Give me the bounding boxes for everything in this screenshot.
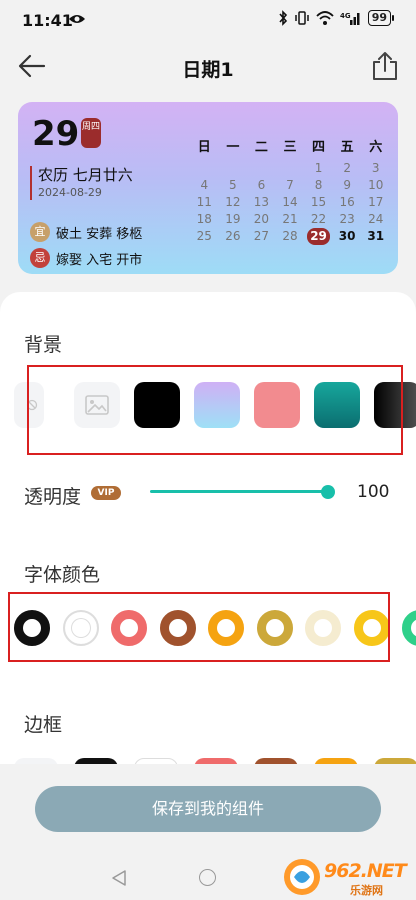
bluetooth-icon <box>279 10 287 26</box>
calendar-weekday-3: 三 <box>283 140 297 155</box>
calendar-weekday-6: 六 <box>369 140 383 155</box>
share-button[interactable] <box>370 50 400 82</box>
save-to-my-widgets-button[interactable]: 保存到我的组件 <box>35 786 381 832</box>
calendar-weekday-2: 二 <box>254 140 268 155</box>
yi-text: 破土 安葬 移柩 <box>56 226 143 242</box>
battery-level: 99 <box>367 10 391 26</box>
calendar-day: 30 <box>338 229 356 243</box>
calendar-day: 20 <box>253 212 270 226</box>
calendar-day <box>219 160 248 177</box>
calendar-day-today: 29 <box>304 228 333 245</box>
signal-icon: 4G <box>340 12 360 25</box>
page-title: 日期1 <box>182 59 234 81</box>
calendar-day: 23 <box>339 212 355 226</box>
mini-calendar: 日一二三四五六 1 2 3 4 5 6 7 8 9 10 11 12 13 14 15 16 17 18 19 20 2… <box>190 136 390 245</box>
svg-text:4G: 4G <box>340 12 351 20</box>
nav-back-icon[interactable] <box>111 869 127 887</box>
calendar-day: 31 <box>367 229 385 243</box>
lunar-date: 农历 七月廿六 <box>38 166 133 184</box>
calendar-grid: 1 2 3 4 5 6 7 8 9 10 11 12 13 14 15 16 17 18 19 20 21 22 23 24 2… <box>190 160 390 245</box>
calendar-day: 5 <box>229 178 237 192</box>
border-section-title: 边框 <box>24 714 63 736</box>
weekday-seal: 周四 <box>81 118 101 148</box>
calendar-day: 1 <box>314 161 323 175</box>
calendar-week-row: 18 19 20 21 22 23 24 <box>190 211 390 228</box>
calendar-day: 8 <box>314 178 323 192</box>
font-color-section-title: 字体颜色 <box>24 564 101 586</box>
lunar-divider <box>30 166 32 200</box>
status-time: 11:41 <box>22 11 73 30</box>
calendar-day <box>276 160 305 177</box>
calendar-day: 2 <box>343 161 351 175</box>
calendar-weekday-0: 日 <box>197 140 211 155</box>
opacity-slider-thumb[interactable] <box>321 485 335 499</box>
ji-text: 嫁娶 入宅 开市 <box>56 252 143 268</box>
calendar-day: 15 <box>310 195 327 209</box>
opacity-label: 透明度 <box>24 486 82 508</box>
watermark-text: 962.NET <box>324 860 407 882</box>
calendar-day: 26 <box>225 229 241 243</box>
opacity-value: 100 <box>357 482 390 502</box>
watermark-subtext: 乐游网 <box>350 884 383 897</box>
calendar-day: 19 <box>225 212 241 226</box>
ji-badge: 忌 <box>30 248 50 268</box>
calendar-day: 12 <box>225 195 241 209</box>
calendar-day: 14 <box>282 195 298 209</box>
day-number: 29 <box>32 114 80 154</box>
calendar-day: 18 <box>196 212 212 226</box>
calendar-day: 17 <box>368 195 384 209</box>
ji-row: 忌 嫁娶 入宅 开市 <box>30 248 142 268</box>
calendar-weekday-4: 四 <box>312 140 326 155</box>
calendar-weekday-1: 一 <box>226 140 240 155</box>
calendar-week-row: 4 5 6 7 8 9 10 <box>190 177 390 194</box>
calendar-day: 22 <box>310 212 327 226</box>
site-watermark-logo: 962.NET 乐游网 <box>280 856 410 898</box>
calendar-day: 25 <box>196 229 212 243</box>
calendar-day: 4 <box>200 178 209 192</box>
vip-badge: VIP <box>91 486 121 500</box>
background-section-title: 背景 <box>24 334 63 356</box>
yi-row: 宜 破土 安葬 移柩 <box>30 222 142 242</box>
font-color-option-8[interactable] <box>402 610 416 646</box>
watermark-emblem <box>284 859 320 895</box>
vibrate-icon <box>294 11 309 25</box>
calendar-weekday-header: 日一二三四五六 <box>190 136 390 160</box>
calendar-day: 28 <box>282 229 298 243</box>
calendar-week-row: 1 2 3 <box>190 160 390 177</box>
calendar-day <box>190 160 219 177</box>
calendar-day: 10 <box>368 178 384 192</box>
status-bar: 11:41 4G 99 <box>0 0 416 38</box>
calendar-day: 24 <box>368 212 384 226</box>
calendar-day: 7 <box>286 178 294 192</box>
calendar-week-row: 25 26 27 28 29 30 31 <box>190 228 390 245</box>
calendar-day: 27 <box>253 229 270 243</box>
calendar-day: 9 <box>343 178 351 192</box>
calendar-day: 6 <box>257 178 266 192</box>
calendar-week-row: 11 12 13 14 15 16 17 <box>190 194 390 211</box>
calendar-day <box>247 160 276 177</box>
widget-preview: 29 周四 农历 七月廿六 2024-08-29 宜 破土 安葬 移柩 忌 嫁娶… <box>18 102 398 274</box>
calendar-day: 11 <box>196 195 212 209</box>
opacity-slider-track[interactable] <box>150 490 328 493</box>
header: 日期1 <box>0 38 416 94</box>
calendar-day: 16 <box>339 195 355 209</box>
battery-icon: 99 <box>367 10 394 26</box>
nav-home-icon[interactable] <box>199 869 216 886</box>
eye-icon <box>69 15 85 23</box>
calendar-day: 21 <box>282 212 298 226</box>
settings-panel: 背景 透明度 VIP 100 字体颜色 边框 <box>0 292 416 764</box>
yi-badge: 宜 <box>30 222 50 242</box>
solar-date: 2024-08-29 <box>38 186 102 199</box>
calendar-weekday-5: 五 <box>340 140 354 155</box>
font-color-highlight-box <box>8 592 390 662</box>
background-highlight-box <box>27 365 403 455</box>
calendar-day: 13 <box>253 195 270 209</box>
wifi-icon <box>316 11 334 25</box>
calendar-day: 3 <box>371 161 380 175</box>
